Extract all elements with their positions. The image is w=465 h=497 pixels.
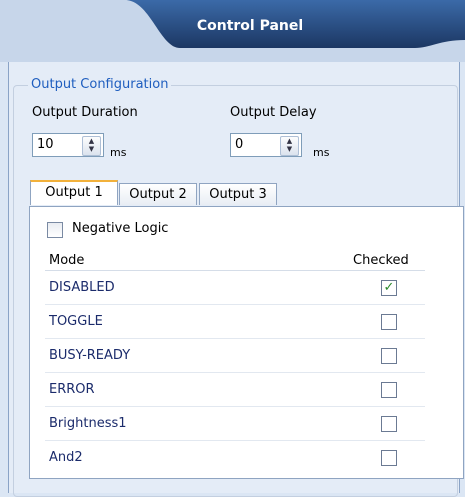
- checked-checkbox[interactable]: [381, 381, 397, 398]
- spin-up-icon[interactable]: ▲: [89, 137, 94, 145]
- table-row[interactable]: DISABLED ✓: [45, 270, 425, 305]
- header-title: Control Panel: [196, 18, 304, 34]
- output-delay-stepper[interactable]: 0 ▲ ▼: [230, 133, 302, 157]
- spin-up-icon[interactable]: ▲: [287, 137, 292, 145]
- table-row[interactable]: Brightness1: [45, 406, 425, 441]
- negative-logic-checkbox[interactable]: [47, 222, 63, 238]
- output-mode-grid: Mode Checked DISABLED ✓ TOGGLE BUSY-READ…: [45, 250, 425, 474]
- output-duration-stepper[interactable]: 10 ▲ ▼: [32, 133, 104, 157]
- table-row[interactable]: TOGGLE: [45, 304, 425, 339]
- table-row[interactable]: ERROR: [45, 372, 425, 407]
- duration-unit: ms: [110, 146, 127, 159]
- checked-cell[interactable]: [349, 440, 425, 474]
- output-delay-value[interactable]: 0: [235, 137, 243, 152]
- mode-cell: And2: [45, 440, 349, 474]
- group-title: Output Configuration: [28, 77, 172, 92]
- spin-down-icon[interactable]: ▼: [287, 145, 292, 153]
- checked-cell[interactable]: [349, 304, 425, 339]
- mode-cell: BUSY-READY: [45, 338, 349, 373]
- delay-unit: ms: [313, 146, 330, 159]
- tab-output-3[interactable]: Output 3: [199, 183, 277, 205]
- checked-checkbox[interactable]: [381, 449, 397, 466]
- table-row[interactable]: BUSY-READY: [45, 338, 425, 373]
- mode-cell: Brightness1: [45, 406, 349, 441]
- checked-checkbox[interactable]: [381, 347, 397, 364]
- checked-cell[interactable]: ✓: [349, 270, 425, 305]
- table-row[interactable]: And2: [45, 440, 425, 474]
- checked-cell[interactable]: [349, 372, 425, 407]
- mode-cell: ERROR: [45, 372, 349, 407]
- checked-checkbox[interactable]: ✓: [381, 279, 397, 296]
- grid-header-row: Mode Checked: [45, 250, 425, 271]
- spin-down-icon[interactable]: ▼: [89, 145, 94, 153]
- tab-output-2[interactable]: Output 2: [119, 183, 197, 205]
- column-header-mode: Mode: [45, 250, 349, 271]
- output-duration-value[interactable]: 10: [37, 137, 54, 152]
- spin-buttons[interactable]: ▲ ▼: [280, 136, 299, 156]
- mode-cell: TOGGLE: [45, 304, 349, 339]
- tab-output-1[interactable]: Output 1: [30, 180, 118, 205]
- spin-buttons[interactable]: ▲ ▼: [82, 136, 101, 156]
- mode-cell: DISABLED: [45, 270, 349, 305]
- header-bar: Control Panel: [0, 0, 465, 62]
- output-delay-label: Output Delay: [230, 105, 317, 120]
- checked-cell[interactable]: [349, 338, 425, 373]
- checked-checkbox[interactable]: [381, 313, 397, 330]
- check-mark-icon: ✓: [383, 279, 395, 295]
- negative-logic-label: Negative Logic: [72, 221, 169, 236]
- column-header-checked: Checked: [349, 250, 425, 271]
- checked-cell[interactable]: [349, 406, 425, 441]
- checked-checkbox[interactable]: [381, 415, 397, 432]
- output-duration-label: Output Duration: [32, 105, 138, 120]
